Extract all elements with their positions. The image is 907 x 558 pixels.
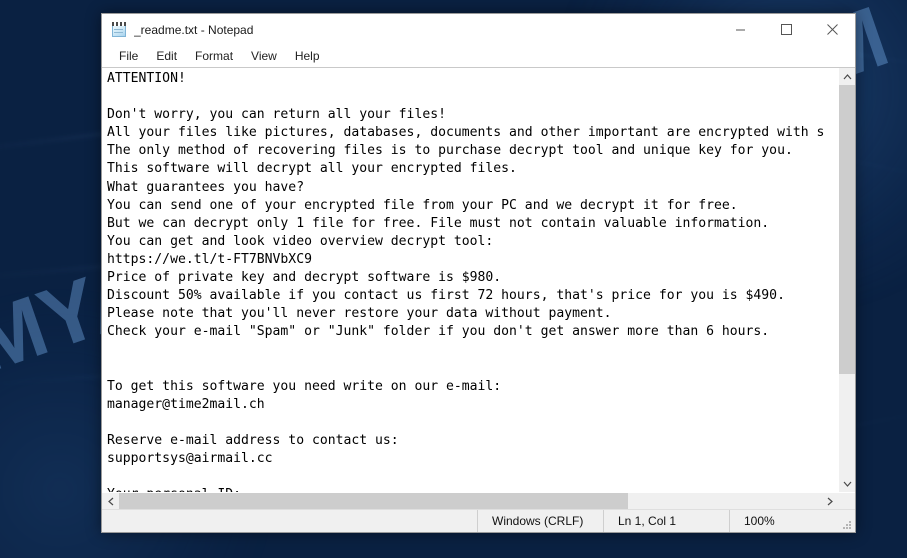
scroll-up-button[interactable] [839, 68, 855, 85]
minimize-icon [735, 29, 745, 31]
chevron-down-icon [843, 481, 852, 487]
horizontal-scroll-thumb[interactable] [119, 493, 628, 509]
close-button[interactable] [809, 14, 855, 45]
chevron-left-icon [107, 497, 113, 506]
scroll-left-button[interactable] [102, 493, 119, 510]
scroll-right-button[interactable] [821, 493, 838, 510]
desktop-background: MYANTISPYWARE.COM _readme.txt - Notepad [0, 0, 907, 558]
document-text: ATTENTION! Don't worry, you can return a… [107, 71, 825, 492]
close-icon [826, 24, 838, 35]
resize-grip-icon[interactable] [842, 519, 852, 530]
notepad-icon [111, 21, 127, 38]
menu-item-edit[interactable]: Edit [147, 47, 186, 65]
window-title: _readme.txt - Notepad [134, 22, 254, 37]
menu-item-view[interactable]: View [242, 47, 286, 65]
status-line-ending: Windows (CRLF) [477, 509, 603, 532]
horizontal-scrollbar[interactable] [102, 492, 855, 510]
chevron-right-icon [827, 497, 833, 506]
text-editor[interactable]: ATTENTION! Don't worry, you can return a… [102, 68, 838, 492]
menu-item-format[interactable]: Format [186, 47, 242, 65]
window-controls [717, 14, 855, 45]
scrollbar-corner [838, 493, 855, 509]
scroll-down-button[interactable] [839, 475, 855, 492]
minimize-button[interactable] [717, 14, 763, 45]
editor-area: ATTENTION! Don't worry, you can return a… [102, 67, 855, 492]
menu-bar: File Edit Format View Help [102, 45, 855, 67]
status-zoom-value: 100% [744, 514, 775, 528]
vertical-scroll-thumb[interactable] [839, 85, 855, 374]
chevron-up-icon [843, 73, 852, 79]
menu-item-file[interactable]: File [110, 47, 147, 65]
maximize-button[interactable] [763, 14, 809, 45]
status-bar: Windows (CRLF) Ln 1, Col 1 100% [102, 509, 855, 532]
horizontal-scroll-track[interactable] [119, 493, 821, 509]
vertical-scroll-track[interactable] [839, 85, 855, 475]
menu-item-help[interactable]: Help [286, 47, 329, 65]
vertical-scrollbar[interactable] [838, 68, 855, 492]
status-zoom-level: 100% [729, 509, 855, 532]
window-titlebar[interactable]: _readme.txt - Notepad [102, 14, 855, 45]
notepad-window: _readme.txt - Notepad File Edit Format V… [101, 13, 856, 533]
maximize-icon [780, 24, 792, 35]
status-cursor-position: Ln 1, Col 1 [603, 509, 729, 532]
